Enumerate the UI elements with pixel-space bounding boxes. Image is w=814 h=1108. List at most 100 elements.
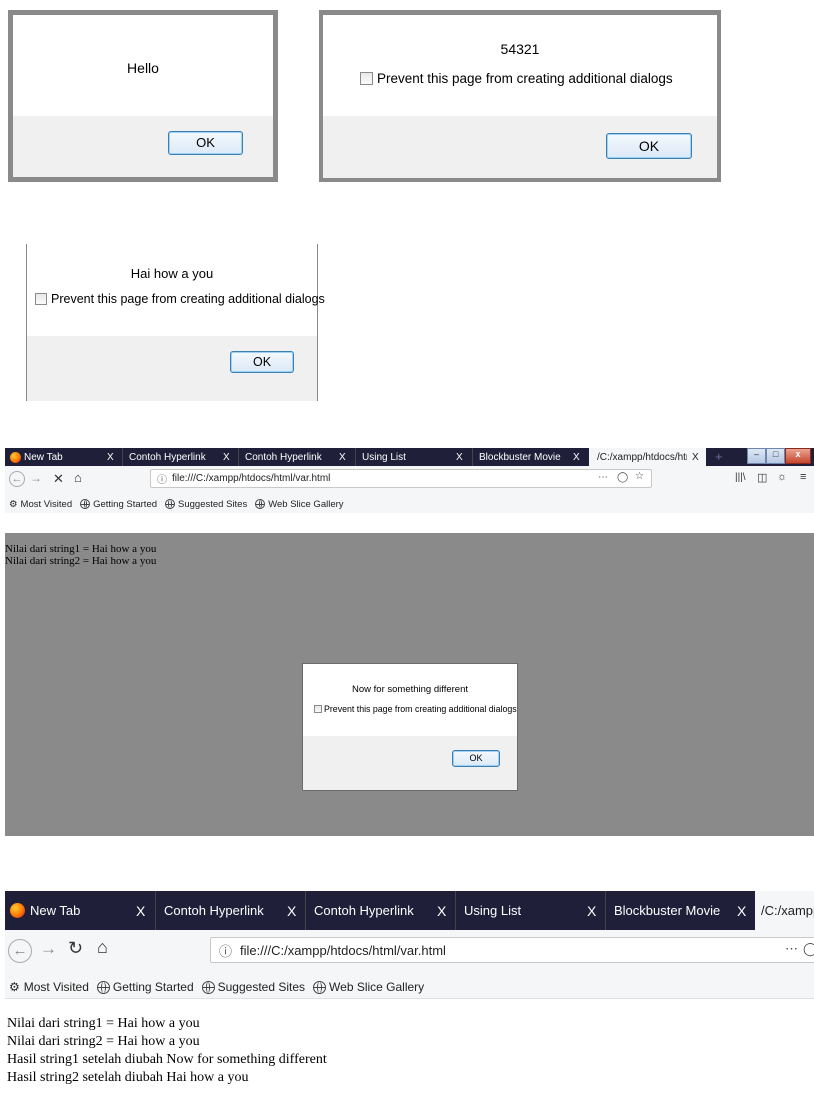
back-icon[interactable]: ← (9, 471, 25, 487)
new-tab-button[interactable]: + (715, 449, 723, 464)
ok-button[interactable]: OK (230, 351, 294, 373)
globe-icon (165, 499, 176, 509)
close-icon[interactable]: X (456, 452, 463, 463)
content-line: Nilai dari string1 = Hai how a you (7, 1016, 200, 1031)
bookmark-web-slice-gallery[interactable]: Web Slice Gallery (255, 499, 344, 510)
content-line: Hasil string2 setelah diubah Hai how a y… (7, 1070, 249, 1085)
dialog-body: Hai how a you Prevent this page from cre… (27, 244, 325, 336)
bookmark-most-visited[interactable]: ⚙ Most Visited (9, 980, 89, 994)
close-icon[interactable]: X (437, 903, 446, 919)
bookmark-suggested-sites[interactable]: Suggested Sites (201, 980, 305, 994)
close-window-button[interactable]: x (785, 448, 811, 464)
info-icon[interactable]: ⓘ (219, 941, 232, 960)
info-icon[interactable]: ⓘ (157, 471, 167, 486)
bookmarks-toolbar: ⚙ Most Visited Getting Started Suggested … (5, 976, 814, 998)
tab-contoh-hyperlink[interactable]: Contoh Hyperlink X (122, 448, 239, 466)
tab-label: /C:/xampp/htdocs/htm (597, 451, 687, 463)
stop-icon[interactable]: ✕ (53, 471, 64, 487)
url-bar[interactable]: ⓘ file:///C:/xampp/htdocs/html/var.html … (150, 469, 652, 488)
tab-blockbuster-movie[interactable]: Blockbuster Movie X (472, 448, 590, 466)
close-icon[interactable]: X (339, 452, 346, 463)
account-icon[interactable]: ☼ (777, 471, 787, 483)
close-icon[interactable]: X (692, 452, 699, 463)
forward-icon[interactable]: → (40, 939, 57, 959)
tab-strip: New Tab X Contoh Hyperlink X Contoh Hype… (5, 448, 814, 466)
content-line: Nilai dari string2 = Hai how a you (7, 1034, 200, 1049)
dialog-footer: OK (27, 336, 317, 401)
tab-label: Contoh Hyperlink (314, 903, 414, 918)
bookmark-most-visited[interactable]: ⚙ Most Visited (9, 499, 72, 510)
globe-icon (255, 499, 266, 509)
url-bar[interactable]: ⓘ file:///C:/xampp/htdocs/html/var.html … (210, 937, 814, 963)
prevent-dialogs-option[interactable]: Prevent this page from creating addition… (35, 292, 325, 306)
prevent-dialogs-option[interactable]: Prevent this page from creating addition… (314, 704, 517, 714)
page-actions-icon[interactable]: ⋯ (598, 472, 608, 483)
alert-dialog-now-for-something: Now for something different Prevent this… (302, 663, 518, 791)
close-icon[interactable]: X (107, 452, 114, 463)
url-text[interactable]: file:///C:/xampp/htdocs/html/var.html (172, 473, 330, 484)
alert-dialog-hello: Hello OK (8, 10, 278, 182)
close-icon[interactable]: X (223, 452, 230, 463)
tab-active-var[interactable]: /C:/xampp (755, 891, 814, 930)
sidebar-icon[interactable]: ◫ (757, 471, 767, 484)
tab-using-list[interactable]: Using List X (355, 448, 473, 466)
forward-icon[interactable]: → (30, 471, 42, 485)
tab-label: New Tab (24, 451, 63, 463)
browser-window-1: New Tab X Contoh Hyperlink X Contoh Hype… (5, 448, 814, 836)
dialog-footer: OK (303, 736, 517, 790)
dialog-body: Now for something different Prevent this… (303, 664, 517, 738)
tab-contoh-hyperlink-2[interactable]: Contoh Hyperlink X (305, 891, 456, 930)
url-text[interactable]: file:///C:/xampp/htdocs/html/var.html (240, 943, 446, 958)
firefox-icon (10, 451, 21, 463)
home-icon[interactable]: ⌂ (97, 937, 108, 958)
home-icon[interactable]: ⌂ (74, 470, 82, 485)
close-icon[interactable]: X (136, 903, 145, 919)
tab-label: Contoh Hyperlink (129, 451, 206, 463)
checkbox-icon[interactable] (314, 705, 322, 713)
reload-icon[interactable]: ↻ (68, 938, 83, 959)
ok-button[interactable]: OK (452, 750, 500, 767)
tab-label: /C:/xampp (761, 903, 814, 918)
ok-button[interactable]: OK (168, 131, 243, 155)
tab-label: New Tab (30, 903, 81, 918)
tab-new-tab[interactable]: New Tab X (5, 891, 155, 930)
star-icon[interactable]: ☆ (635, 471, 644, 482)
pocket-icon[interactable]: ◯ (803, 941, 814, 957)
bookmark-web-slice-gallery[interactable]: Web Slice Gallery (313, 980, 424, 994)
tab-label: Using List (464, 903, 522, 918)
prevent-dialogs-option[interactable]: Prevent this page from creating addition… (360, 71, 673, 86)
checkbox-icon[interactable] (35, 293, 47, 305)
maximize-button[interactable]: □ (766, 448, 786, 464)
dialog-message: 54321 (500, 41, 540, 57)
close-icon[interactable]: X (587, 903, 596, 919)
tab-blockbuster-movie[interactable]: Blockbuster Movie X (605, 891, 756, 930)
back-icon[interactable]: ← (8, 939, 32, 963)
gear-icon: ⚙ (9, 980, 20, 994)
bookmark-suggested-sites[interactable]: Suggested Sites (165, 499, 247, 510)
library-icon[interactable]: |||\ (735, 472, 746, 483)
page-actions-icon[interactable]: ⋯ (785, 941, 798, 957)
minimize-button[interactable]: – (747, 448, 767, 464)
checkbox-icon[interactable] (360, 72, 373, 85)
alert-dialog-54321: 54321 Prevent this page from creating ad… (319, 10, 721, 182)
ok-button[interactable]: OK (606, 133, 692, 159)
close-icon[interactable]: X (573, 452, 580, 463)
tab-active-var[interactable]: /C:/xampp/htdocs/htm X (589, 448, 706, 466)
tab-contoh-hyperlink-2[interactable]: Contoh Hyperlink X (238, 448, 356, 466)
dialog-message: Hai how a you (130, 266, 214, 281)
tab-new-tab[interactable]: New Tab X (5, 448, 122, 466)
bookmark-getting-started[interactable]: Getting Started (80, 499, 157, 510)
checkbox-label: Prevent this page from creating addition… (324, 704, 517, 714)
menu-icon[interactable]: ≡ (800, 471, 806, 483)
bookmarks-toolbar: ⚙ Most Visited Getting Started Suggested … (5, 495, 814, 513)
globe-icon (96, 980, 110, 994)
browser-window-2: New Tab X Contoh Hyperlink X Contoh Hype… (5, 891, 814, 1108)
tab-strip: New Tab X Contoh Hyperlink X Contoh Hype… (5, 891, 814, 930)
close-icon[interactable]: X (287, 903, 296, 919)
bookmark-getting-started[interactable]: Getting Started (96, 980, 194, 994)
tab-using-list[interactable]: Using List X (455, 891, 606, 930)
pocket-icon[interactable]: ◯ (617, 472, 628, 483)
close-icon[interactable]: X (737, 903, 746, 919)
gear-icon: ⚙ (9, 498, 18, 510)
tab-contoh-hyperlink[interactable]: Contoh Hyperlink X (155, 891, 306, 930)
